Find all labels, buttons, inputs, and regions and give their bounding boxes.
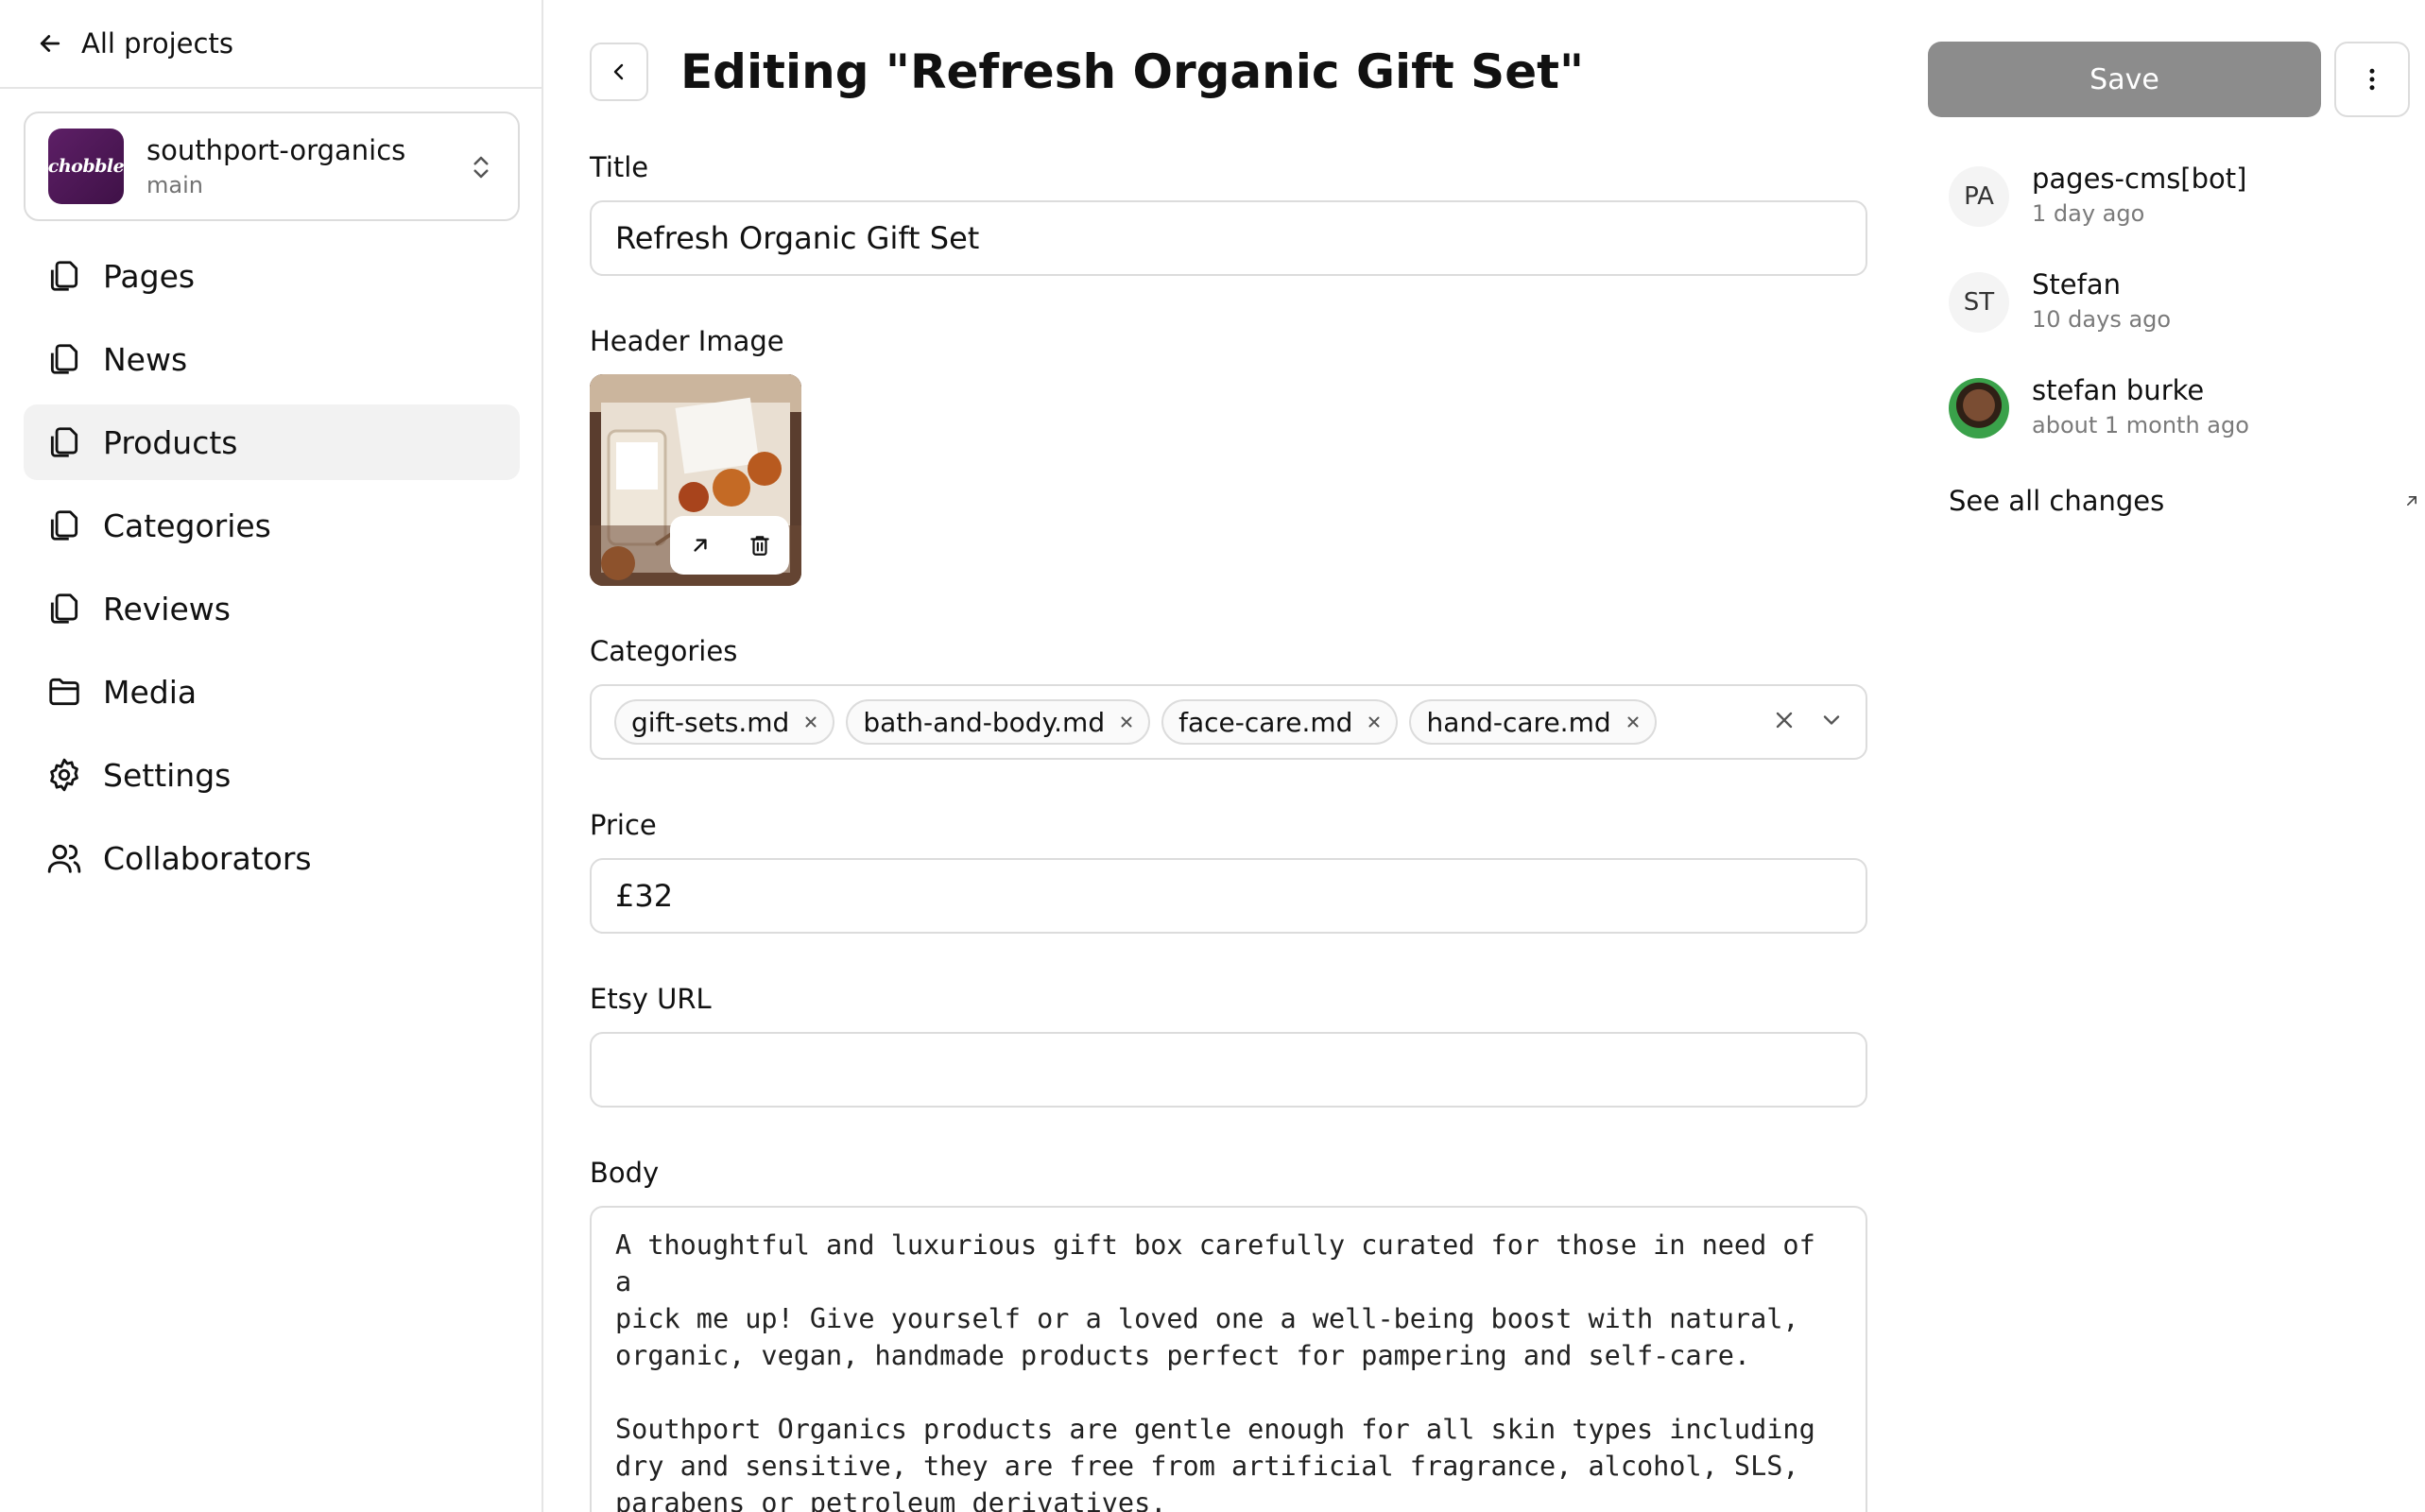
users-icon [47,844,81,873]
header-image-thumbnail[interactable] [590,374,801,586]
clear-icon[interactable] [1771,707,1797,733]
avatar [1949,378,2009,438]
gear-icon [50,758,78,792]
files-icon [50,261,78,291]
files-icon [50,427,78,457]
trash-icon[interactable] [748,533,772,558]
folder-icon [49,678,79,706]
title-label: Title [590,151,649,183]
price-label: Price [590,809,657,841]
sidebar-item-label: Collaborators [103,839,312,877]
project-switcher[interactable]: chobble southport-organics main [24,112,520,221]
history-author: Stefan [2032,268,2121,301]
chip-label: gift-sets.md [631,706,790,738]
sidebar-item-label: Settings [103,756,232,794]
sidebar-item-collaborators[interactable]: Collaborators [24,820,520,896]
history-time: 1 day ago [2032,200,2145,227]
etsy-url-input[interactable] [590,1032,1867,1108]
body-textarea[interactable]: A thoughtful and luxurious gift box care… [590,1206,1867,1512]
sidebar-item-label: Categories [103,507,271,544]
title-input[interactable]: Refresh Organic Gift Set [590,200,1867,276]
sidebar-item-products[interactable]: Products [24,404,520,480]
etsy-url-label: Etsy URL [590,983,712,1015]
editor: Editing "Refresh Organic Gift Set" Title… [545,0,1906,1512]
external-link-icon [2407,496,2416,506]
image-actions [670,516,789,575]
sidebar-item-reviews[interactable]: Reviews [24,571,520,646]
sidebar-item-label: Products [103,423,238,461]
right-panel: Save PA pages-cms[bot] 1 day ago ST Stef… [1928,0,2425,1512]
project-name: southport-organics [146,134,406,166]
sidebar-item-pages[interactable]: Pages [24,238,520,314]
history-author: stefan burke [2032,374,2205,406]
categories-label: Categories [590,635,738,667]
category-chip: face-care.md [1161,699,1399,745]
sidebar-item-label: Media [103,673,198,711]
files-icon [50,344,78,374]
chevron-down-icon[interactable] [1818,707,1845,733]
body-label: Body [590,1157,660,1189]
all-projects-link[interactable]: All projects [36,19,233,68]
avatar: PA [1949,166,2009,227]
all-projects-label: All projects [81,27,233,60]
close-icon[interactable] [1118,713,1135,730]
files-icon [50,510,78,541]
sidebar-item-settings[interactable]: Settings [24,737,520,813]
categories-select[interactable]: gift-sets.md bath-and-body.md face-care.… [590,684,1867,760]
save-button[interactable]: Save [1928,42,2321,117]
close-icon[interactable] [1366,713,1383,730]
more-vertical-icon [2369,68,2375,91]
sidebar-item-label: Reviews [103,590,231,627]
arrow-left-icon [40,35,60,52]
sidebar-nav: Pages News Products Categories Reviews M… [24,238,520,903]
back-button[interactable] [590,43,648,101]
chip-label: bath-and-body.md [863,706,1106,738]
external-link-icon[interactable] [688,533,713,558]
close-icon[interactable] [1625,713,1642,730]
sidebar-item-label: News [103,340,188,378]
sidebar-item-categories[interactable]: Categories [24,488,520,563]
chevron-left-icon [613,63,624,80]
history-item[interactable]: ST Stefan 10 days ago [1949,263,2402,338]
files-icon [50,593,78,624]
history-author: pages-cms[bot] [2032,163,2247,195]
page-title: Editing "Refresh Organic Gift Set" [680,44,1585,99]
history-item[interactable]: PA pages-cms[bot] 1 day ago [1949,157,2402,232]
see-all-changes-label: See all changes [1949,485,2165,517]
select-controls [1771,707,1845,733]
project-logo: chobble [48,129,125,204]
close-icon[interactable] [802,713,819,730]
project-branch: main [146,172,203,198]
history-time: about 1 month ago [2032,412,2249,438]
history-item[interactable]: stefan burke about 1 month ago [1949,369,2402,444]
chip-label: face-care.md [1178,706,1353,738]
sidebar-item-label: Pages [103,257,196,295]
header-image-label: Header Image [590,325,784,357]
more-options-button[interactable] [2334,42,2410,117]
category-chip: gift-sets.md [614,699,835,745]
sidebar-item-media[interactable]: Media [24,654,520,730]
avatar: ST [1949,272,2009,333]
see-all-changes-link[interactable]: See all changes [1949,480,2421,522]
chip-label: hand-care.md [1426,706,1611,738]
history-time: 10 days ago [2032,306,2172,333]
sidebar: All projects chobble southport-organics … [0,0,543,1512]
sidebar-item-news[interactable]: News [24,321,520,397]
category-chip: hand-care.md [1409,699,1657,745]
price-input[interactable]: £32 [590,858,1867,934]
sidebar-divider [0,87,543,89]
category-chip: bath-and-body.md [846,699,1151,745]
chevrons-up-down-icon [473,156,489,179]
